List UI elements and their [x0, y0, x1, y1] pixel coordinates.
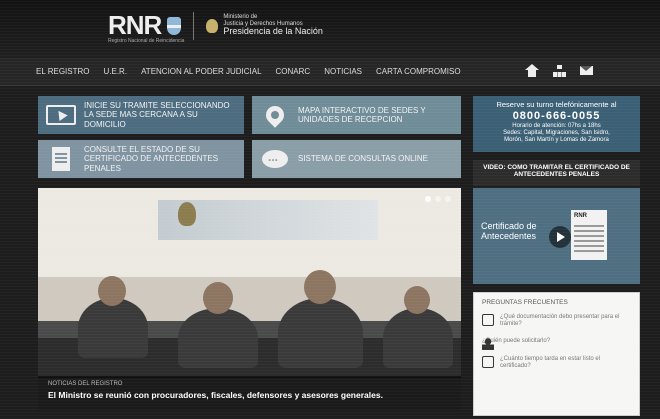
- chat-icon: [262, 150, 288, 168]
- slide-person: [78, 298, 148, 358]
- nav-item-noticias[interactable]: NOTICIAS: [324, 67, 362, 76]
- rnr-logo: RNR: [108, 10, 162, 40]
- news-slider[interactable]: NOTICIAS DEL REGISTRO El Ministro se reu…: [38, 188, 461, 410]
- play-icon[interactable]: [549, 226, 571, 248]
- video-title: VIDEO: COMO TRAMITAR EL CERTIFICADO DE A…: [473, 160, 640, 186]
- faq-item-text: ¿Cuánto tiempo tarda en estar listo el c…: [500, 355, 601, 369]
- nav-item-carta-compromiso[interactable]: CARTA COMPROMISO: [376, 67, 461, 76]
- certificate-document-icon: RNR: [571, 210, 607, 260]
- phone-intro: Reserve su turno telefónicamente al: [496, 100, 617, 109]
- tile-label: SISTEMA DE CONSULTAS ONLINE: [298, 154, 428, 164]
- document-icon: [52, 147, 70, 171]
- tile-consultas-online[interactable]: SISTEMA DE CONSULTAS ONLINE: [252, 140, 461, 178]
- question-icon: [482, 314, 494, 326]
- video-cert-line2: Antecedentes: [481, 230, 537, 241]
- map-pin-icon: [262, 102, 288, 128]
- slide-person: [178, 308, 258, 368]
- cursor-icon: [46, 105, 76, 125]
- video-cert-text: Certificado de Antecedentes: [481, 221, 537, 242]
- mail-icon[interactable]: [580, 66, 593, 75]
- slider-pagination: [425, 196, 451, 202]
- tile-label: MAPA INTERACTIVO DE SEDES Y UNIDADES DE …: [298, 105, 426, 124]
- tile-iniciar-tramite[interactable]: INICIE SU TRAMITE SELECCIONANDO LA SEDE …: [38, 96, 244, 134]
- nav-item-el-registro[interactable]: EL REGISTRO: [36, 67, 90, 76]
- tile-label: CONSULTE EL ESTADO DE SU CERTIFICADO DE …: [84, 145, 219, 173]
- faq-panel: PREGUNTAS FRECUENTES ¿Qué documentación …: [473, 292, 640, 416]
- national-emblem-icon: [206, 18, 219, 33]
- main-nav: EL REGISTRO U.E.R. ATENCION AL PODER JUD…: [0, 58, 660, 86]
- tile-consultar-estado[interactable]: CONSULTE EL ESTADO DE SU CERTIFICADO DE …: [38, 140, 244, 178]
- slide-person: [278, 298, 363, 368]
- slide-person-head: [203, 282, 233, 314]
- phone-booking-box: Reserve su turno telefónicamente al 0800…: [473, 96, 640, 152]
- sitemap-icon[interactable]: [553, 64, 566, 77]
- nav-item-poder-judicial[interactable]: ATENCION AL PODER JUDICIAL: [141, 67, 261, 76]
- quick-access-tiles: INICIE SU TRAMITE SELECCIONANDO LA SEDE …: [38, 96, 461, 178]
- phone-hours: Horario de atención: 07hs a 18hs: [512, 123, 601, 129]
- slide-date: NOTICIAS DEL REGISTRO: [48, 381, 123, 387]
- slider-dot[interactable]: [425, 196, 431, 202]
- slide-person-head: [304, 270, 336, 304]
- logo-divider: [193, 11, 195, 40]
- faq-item[interactable]: ¿Qué documentación debo presentar para e…: [482, 314, 631, 328]
- slide-person: [383, 308, 453, 368]
- site-header: RNR Ministerio de Justicia y Derechos Hu…: [0, 0, 660, 58]
- main-content: INICIE SU TRAMITE SELECCIONANDO LA SEDE …: [30, 90, 642, 419]
- phone-sedes-cont: Morón, San Martín y Lomas de Zamora: [504, 136, 609, 143]
- logo-subtitle: Registro Nacional de Reincidencia: [108, 38, 185, 44]
- video-doc-lines: [574, 225, 604, 255]
- slider-dot[interactable]: [435, 196, 441, 202]
- faq-title: PREGUNTAS FRECUENTES: [482, 299, 568, 306]
- slider-dot[interactable]: [445, 196, 451, 202]
- nav-item-conarc[interactable]: CONARC: [276, 67, 311, 76]
- ministry-block: Ministerio de Justicia y Derechos Humano…: [206, 14, 323, 36]
- slide-title: El Ministro se reunió con procuradores, …: [48, 390, 383, 400]
- video-player[interactable]: Certificado de Antecedentes RNR: [473, 188, 640, 284]
- faq-item[interactable]: ¿Quién puede solicitarlo?: [482, 338, 631, 351]
- phone-number[interactable]: 0800-666-0055: [473, 110, 640, 122]
- logo-group[interactable]: RNR Ministerio de Justicia y Derechos Hu…: [108, 10, 323, 41]
- faq-item[interactable]: ¿Cuánto tiempo tarda en estar listo el c…: [482, 355, 631, 370]
- slide-caption[interactable]: NOTICIAS DEL REGISTRO El Ministro se reu…: [38, 376, 461, 410]
- right-column: Reserve su turno telefónicamente al 0800…: [473, 96, 640, 416]
- video-cert-line1: Certificado de: [481, 221, 537, 231]
- page: RNR Ministerio de Justicia y Derechos Hu…: [0, 0, 660, 419]
- video-doc-label: RNR: [574, 213, 587, 219]
- nav-item-uer[interactable]: U.E.R.: [104, 67, 128, 76]
- tile-mapa-sedes[interactable]: MAPA INTERACTIVO DE SEDES Y UNIDADES DE …: [252, 96, 461, 134]
- slide-person-head: [98, 276, 126, 306]
- clock-icon: [482, 355, 494, 368]
- slide-emblem: [178, 202, 196, 226]
- shield-icon: [167, 16, 182, 35]
- presidency-label: Presidencia de la Nación: [223, 26, 323, 37]
- phone-sedes: Sedes: Capital, Migraciones, San Isidro,: [503, 129, 610, 136]
- faq-item-text: ¿Qué documentación debo presentar para e…: [500, 314, 620, 328]
- person-icon: [482, 338, 494, 351]
- tile-label: INICIE SU TRAMITE SELECCIONANDO LA SEDE …: [84, 101, 230, 129]
- home-icon[interactable]: [525, 64, 539, 77]
- slide-person-head: [404, 286, 430, 314]
